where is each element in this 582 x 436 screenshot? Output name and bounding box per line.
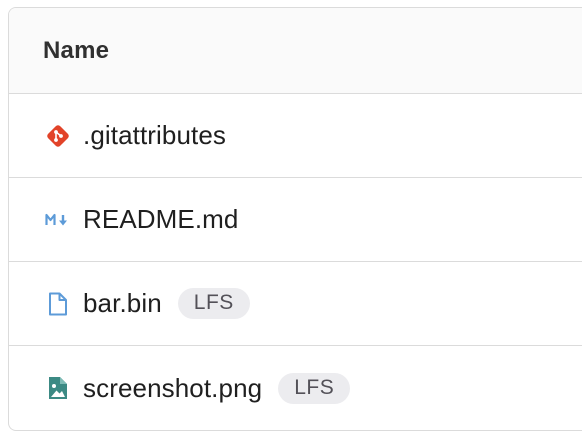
file-row-screenshot[interactable]: screenshot.png LFS (9, 346, 582, 430)
file-row-readme[interactable]: README.md (9, 178, 582, 262)
name-column-header: Name (43, 36, 110, 64)
lfs-badge: LFS (278, 372, 351, 404)
git-icon (45, 122, 73, 150)
file-name[interactable]: bar.bin (83, 288, 162, 319)
lfs-badge: LFS (177, 288, 250, 319)
image-file-icon (45, 374, 73, 402)
file-icon (45, 290, 73, 318)
markdown-icon (45, 206, 73, 234)
file-row-bar-bin[interactable]: bar.bin LFS (9, 262, 582, 346)
file-name[interactable]: .gitattributes (83, 120, 226, 151)
file-table: Name .gitattributes README.md bar.bin LF… (8, 7, 582, 431)
file-name[interactable]: screenshot.png (83, 373, 262, 404)
file-name[interactable]: README.md (83, 204, 238, 235)
file-row-gitattributes[interactable]: .gitattributes (9, 94, 582, 178)
table-header: Name (9, 8, 582, 94)
